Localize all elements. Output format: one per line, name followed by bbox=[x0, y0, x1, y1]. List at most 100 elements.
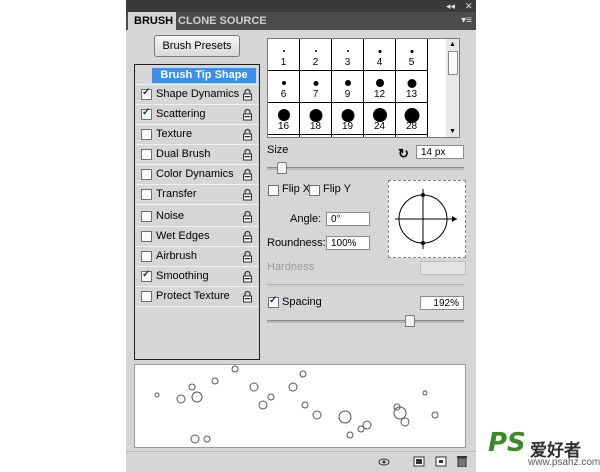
angle-roundness-widget[interactable] bbox=[388, 180, 466, 258]
list-item-checkbox[interactable] bbox=[141, 231, 152, 242]
spacing-checkbox[interactable] bbox=[268, 295, 279, 308]
list-item-checkbox[interactable] bbox=[141, 87, 152, 100]
list-item-checkbox[interactable] bbox=[141, 129, 152, 140]
brush-tip-cell[interactable]: 1 bbox=[268, 39, 300, 71]
lock-icon[interactable] bbox=[242, 168, 253, 181]
flip-y-checkbox[interactable] bbox=[309, 185, 320, 196]
scroll-up-icon[interactable]: ▲ bbox=[449, 41, 456, 48]
close-icon[interactable]: ✕ bbox=[465, 1, 473, 11]
brush-tip-size: 6 bbox=[280, 89, 287, 100]
panel-tabs: BRUSH CLONE SOURCE ▾≡ bbox=[126, 12, 476, 30]
brush-tip-size: 1 bbox=[280, 57, 287, 68]
lock-icon[interactable] bbox=[242, 270, 253, 283]
angle-label: Angle: bbox=[290, 213, 322, 225]
lock-icon[interactable] bbox=[242, 108, 253, 121]
list-item[interactable]: Wet Edges bbox=[135, 227, 259, 247]
angle-field[interactable]: 0° bbox=[326, 212, 370, 226]
list-item-checkbox[interactable] bbox=[141, 269, 152, 282]
brush-tip-cell[interactable] bbox=[332, 135, 364, 137]
list-item-label: Shape Dynamics bbox=[156, 88, 240, 100]
brush-tip-cell[interactable]: 7 bbox=[300, 71, 332, 103]
scroll-thumb[interactable] bbox=[448, 51, 458, 75]
panel-bottom-bar bbox=[126, 451, 476, 472]
list-item-checkbox[interactable] bbox=[141, 107, 152, 120]
list-item-checkbox[interactable] bbox=[141, 251, 152, 262]
collapse-icon[interactable]: ◂◂ bbox=[446, 1, 455, 11]
panel-menu-icon[interactable]: ▾≡ bbox=[461, 15, 472, 26]
brush-tip-cell[interactable]: 18 bbox=[300, 103, 332, 135]
brush-tip-cell[interactable] bbox=[364, 135, 396, 137]
flip-x-checkbox[interactable] bbox=[268, 185, 279, 196]
brush-tip-size: 28 bbox=[405, 121, 418, 132]
lock-icon[interactable] bbox=[242, 290, 253, 303]
brush-tip-cell[interactable]: 4 bbox=[364, 39, 396, 71]
brush-tip-cell[interactable] bbox=[268, 135, 300, 137]
list-item[interactable]: Texture bbox=[135, 125, 259, 145]
brush-tip-cell[interactable]: 3 bbox=[332, 39, 364, 71]
spacing-slider-thumb[interactable] bbox=[404, 315, 415, 327]
brush-tip-cell[interactable]: 9 bbox=[332, 71, 364, 103]
size-slider[interactable] bbox=[267, 167, 464, 170]
list-item-checkbox[interactable] bbox=[141, 291, 152, 302]
brush-tip-size: 16 bbox=[277, 121, 290, 132]
brush-tip-cell[interactable] bbox=[300, 135, 332, 137]
brush-angle-icon bbox=[395, 189, 457, 249]
brush-tip-cell[interactable]: 24 bbox=[364, 103, 396, 135]
bubble-mark bbox=[154, 392, 160, 398]
list-item-checkbox[interactable] bbox=[141, 169, 152, 180]
size-label: Size bbox=[267, 144, 289, 156]
list-item-checkbox[interactable] bbox=[141, 149, 152, 160]
bubble-mark bbox=[211, 377, 219, 385]
list-item[interactable]: Color Dynamics bbox=[135, 165, 259, 185]
reset-size-icon[interactable]: ↻ bbox=[398, 146, 409, 162]
list-item-label: Noise bbox=[156, 210, 185, 222]
lock-icon[interactable] bbox=[242, 188, 253, 201]
brush-grid-scrollbar[interactable]: ▲ ▼ bbox=[446, 38, 460, 138]
bubble-mark bbox=[299, 370, 307, 378]
list-item[interactable]: Dual Brush bbox=[135, 145, 259, 165]
brush-tip-cell[interactable]: 5 bbox=[396, 39, 428, 71]
brush-tip-cell[interactable]: 12 bbox=[364, 71, 396, 103]
brush-stroke-preview bbox=[134, 364, 466, 448]
brush-tip-grid[interactable]: 1 2 3 4 5 6 7 9 12 13 16 18 19 24 28 bbox=[267, 38, 447, 138]
list-item[interactable]: Airbrush bbox=[135, 247, 259, 267]
spacing-slider[interactable] bbox=[267, 320, 464, 323]
list-item-checkbox[interactable] bbox=[141, 211, 152, 222]
list-item[interactable]: Noise bbox=[135, 207, 259, 227]
delete-brush-icon[interactable] bbox=[456, 456, 468, 467]
bubble-mark bbox=[231, 365, 239, 373]
lock-icon[interactable] bbox=[242, 210, 253, 223]
size-field[interactable]: 14 px bbox=[416, 145, 464, 159]
brush-tip-dot bbox=[282, 50, 285, 52]
create-new-brush-icon[interactable] bbox=[435, 456, 447, 467]
list-item[interactable]: Protect Texture bbox=[135, 287, 259, 307]
brush-presets-button[interactable]: Brush Presets bbox=[154, 35, 240, 57]
brush-tip-cell[interactable]: 2 bbox=[300, 39, 332, 71]
toggle-brush-panel-icon[interactable] bbox=[413, 456, 425, 467]
list-item[interactable]: Shape Dynamics bbox=[135, 85, 259, 105]
brush-tip-cell[interactable]: 13 bbox=[396, 71, 428, 103]
spacing-field[interactable]: 192% bbox=[420, 296, 464, 310]
lock-icon[interactable] bbox=[242, 88, 253, 101]
lock-icon[interactable] bbox=[242, 250, 253, 263]
brush-tip-cell[interactable]: 19 bbox=[332, 103, 364, 135]
tab-brush[interactable]: BRUSH bbox=[128, 12, 176, 30]
tab-clone-source[interactable]: CLONE SOURCE bbox=[172, 12, 273, 30]
list-item[interactable]: Transfer bbox=[135, 185, 259, 205]
bubble-mark bbox=[190, 434, 200, 444]
lock-icon[interactable] bbox=[242, 128, 253, 141]
brush-tip-cell[interactable]: 16 bbox=[268, 103, 300, 135]
brush-tip-cell[interactable]: 6 bbox=[268, 71, 300, 103]
size-slider-thumb[interactable] bbox=[276, 162, 287, 174]
brush-tip-cell[interactable]: 28 bbox=[396, 103, 428, 135]
roundness-field[interactable]: 100% bbox=[326, 236, 370, 250]
scroll-down-icon[interactable]: ▼ bbox=[449, 128, 456, 135]
toggle-live-tip-preview-icon[interactable] bbox=[378, 456, 390, 467]
list-item[interactable]: Scattering bbox=[135, 105, 259, 125]
lock-icon[interactable] bbox=[242, 230, 253, 243]
lock-icon[interactable] bbox=[242, 148, 253, 161]
brush-tip-cell[interactable] bbox=[396, 135, 428, 137]
list-item-brush-tip-shape[interactable]: Brush Tip Shape bbox=[135, 65, 259, 85]
list-item-checkbox[interactable] bbox=[141, 189, 152, 200]
list-item[interactable]: Smoothing bbox=[135, 267, 259, 287]
